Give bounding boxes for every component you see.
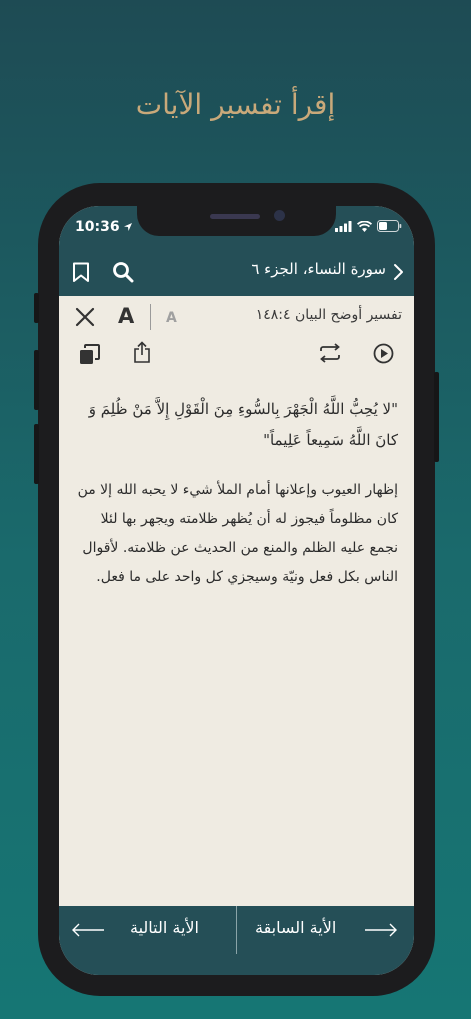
toolbar-divider [150,304,151,330]
font-size-decrease-button[interactable]: A [166,310,177,326]
tafsir-title: تفسير أوضح البيان ١٤٨:٤ [255,307,402,323]
verse-text: "لا يُحِبُّ اللَّهُ الْجَهْرَ بِالسُّوءِ… [88,400,398,449]
next-verse-button[interactable]: الأية التالية [130,918,199,937]
search-icon[interactable] [112,261,134,283]
signal-icon [335,220,352,232]
arrow-right-icon[interactable] [364,922,398,938]
bottom-divider [236,906,237,954]
bookmark-icon[interactable] [72,262,90,283]
top-bar: 10:36 سورة النساء، الجزء ٦ [59,206,414,296]
notch [137,206,336,236]
nav-row: سورة النساء، الجزء ٦ [59,254,414,290]
phone-volume-down [34,424,39,484]
bottom-navigation-bar: الأية التالية الأية السابقة [59,906,414,975]
location-arrow-icon [123,223,132,231]
tafsir-explanation: إظهار العيوب وإعلانها أمام الملأ شيء لا … [77,482,398,585]
repeat-icon[interactable] [319,343,341,363]
phone-mute-switch [34,293,39,323]
previous-verse-button[interactable]: الأية السابقة [255,918,336,937]
action-toolbar [59,338,414,374]
wifi-icon [357,220,372,232]
app-screen: 10:36 سورة النساء، الجزء ٦ A A تفسير أوض… [59,206,414,975]
surah-title: سورة النساء، الجزء ٦ [251,260,386,278]
promo-headline: إقرأ تفسير الآيات [135,88,336,121]
share-icon[interactable] [133,341,151,364]
speaker-grille [210,214,260,219]
status-time-text: 10:36 [75,219,120,235]
font-size-increase-button[interactable]: A [118,304,134,328]
play-icon[interactable] [373,343,394,364]
front-camera [274,210,285,221]
arrow-left-icon[interactable] [71,922,105,938]
battery-icon [377,220,402,232]
phone-power-button [434,372,439,462]
chevron-right-icon[interactable] [392,263,404,281]
status-time: 10:36 [75,219,133,235]
tafsir-toolbar: A A تفسير أوضح البيان ١٤٨:٤ [59,296,414,338]
phone-volume-up [34,350,39,410]
close-icon[interactable] [75,307,95,327]
status-indicators [335,220,402,232]
copy-icon[interactable] [79,344,100,365]
